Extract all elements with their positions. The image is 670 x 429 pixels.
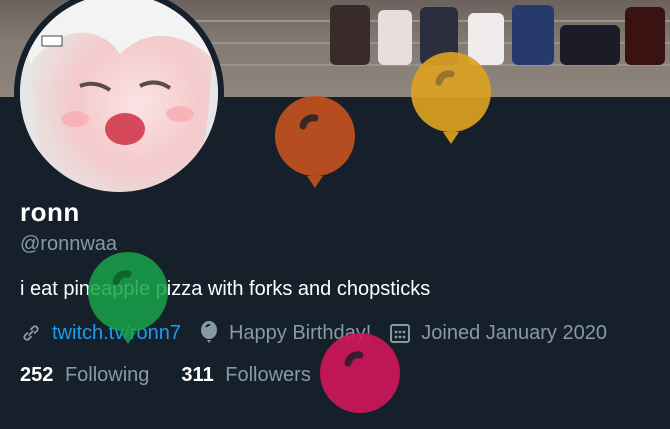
following-label: Following [64, 364, 150, 386]
birthday-balloon-magenta [320, 333, 400, 413]
following-stat[interactable]: 252 Following [20, 364, 149, 387]
display-name: ronn [20, 197, 80, 227]
balloon-icon [200, 321, 217, 343]
birthday-balloon-orange [275, 96, 355, 188]
link-icon [23, 325, 39, 341]
avatar-image [20, 0, 218, 192]
banner-figure [625, 7, 665, 65]
banner-figure [560, 25, 620, 65]
joined-item: Joined January 2020 [389, 322, 607, 345]
follow-stats: 252 Following 311 Followers [20, 364, 343, 387]
banner-figure [512, 5, 554, 65]
banner-figure [330, 5, 370, 65]
followers-stat[interactable]: 311 Followers [181, 364, 310, 387]
banner-figure [378, 10, 412, 65]
following-count: 252 [20, 364, 54, 386]
followers-count: 311 [181, 364, 214, 386]
profile-avatar[interactable] [14, 0, 224, 198]
profile-bio: i eat pineapple pizza with forks and cho… [20, 278, 431, 300]
birthday-balloon-gold [411, 52, 491, 144]
birthday-balloon-green [88, 252, 168, 344]
joined-text: Joined January 2020 [421, 321, 607, 344]
followers-label: Followers [225, 364, 311, 386]
